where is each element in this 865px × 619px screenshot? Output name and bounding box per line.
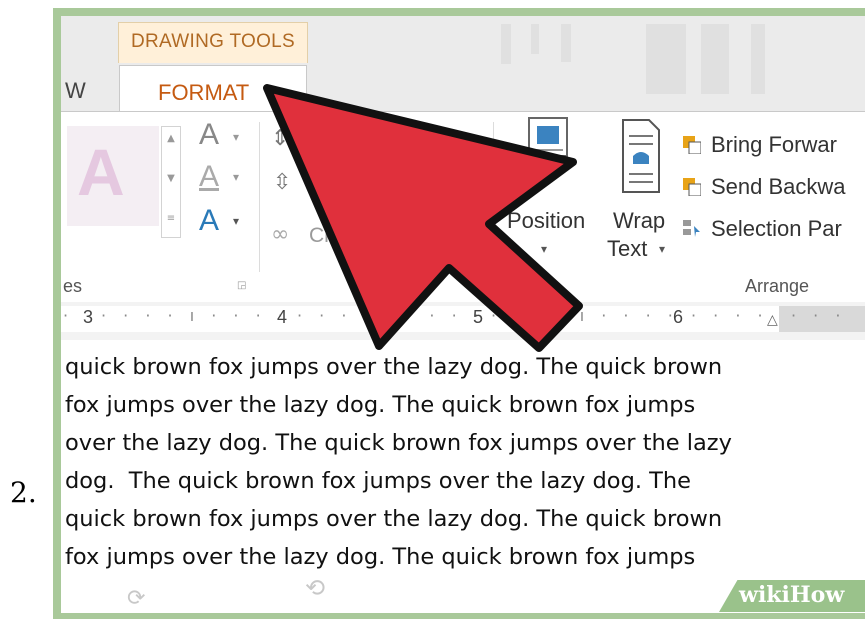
- word-window: DRAWING TOOLS W FORMAT A ▲ ▼ ≡ A ▾ A ▾ A…: [61, 16, 865, 613]
- wikihow-watermark: wikiHow: [739, 582, 845, 608]
- step-number: 2.: [10, 476, 37, 509]
- screenshot-frame: DRAWING TOOLS W FORMAT A ▲ ▼ ≡ A ▾ A ▾ A…: [53, 8, 865, 619]
- pointer-arrow-icon: [263, 84, 583, 352]
